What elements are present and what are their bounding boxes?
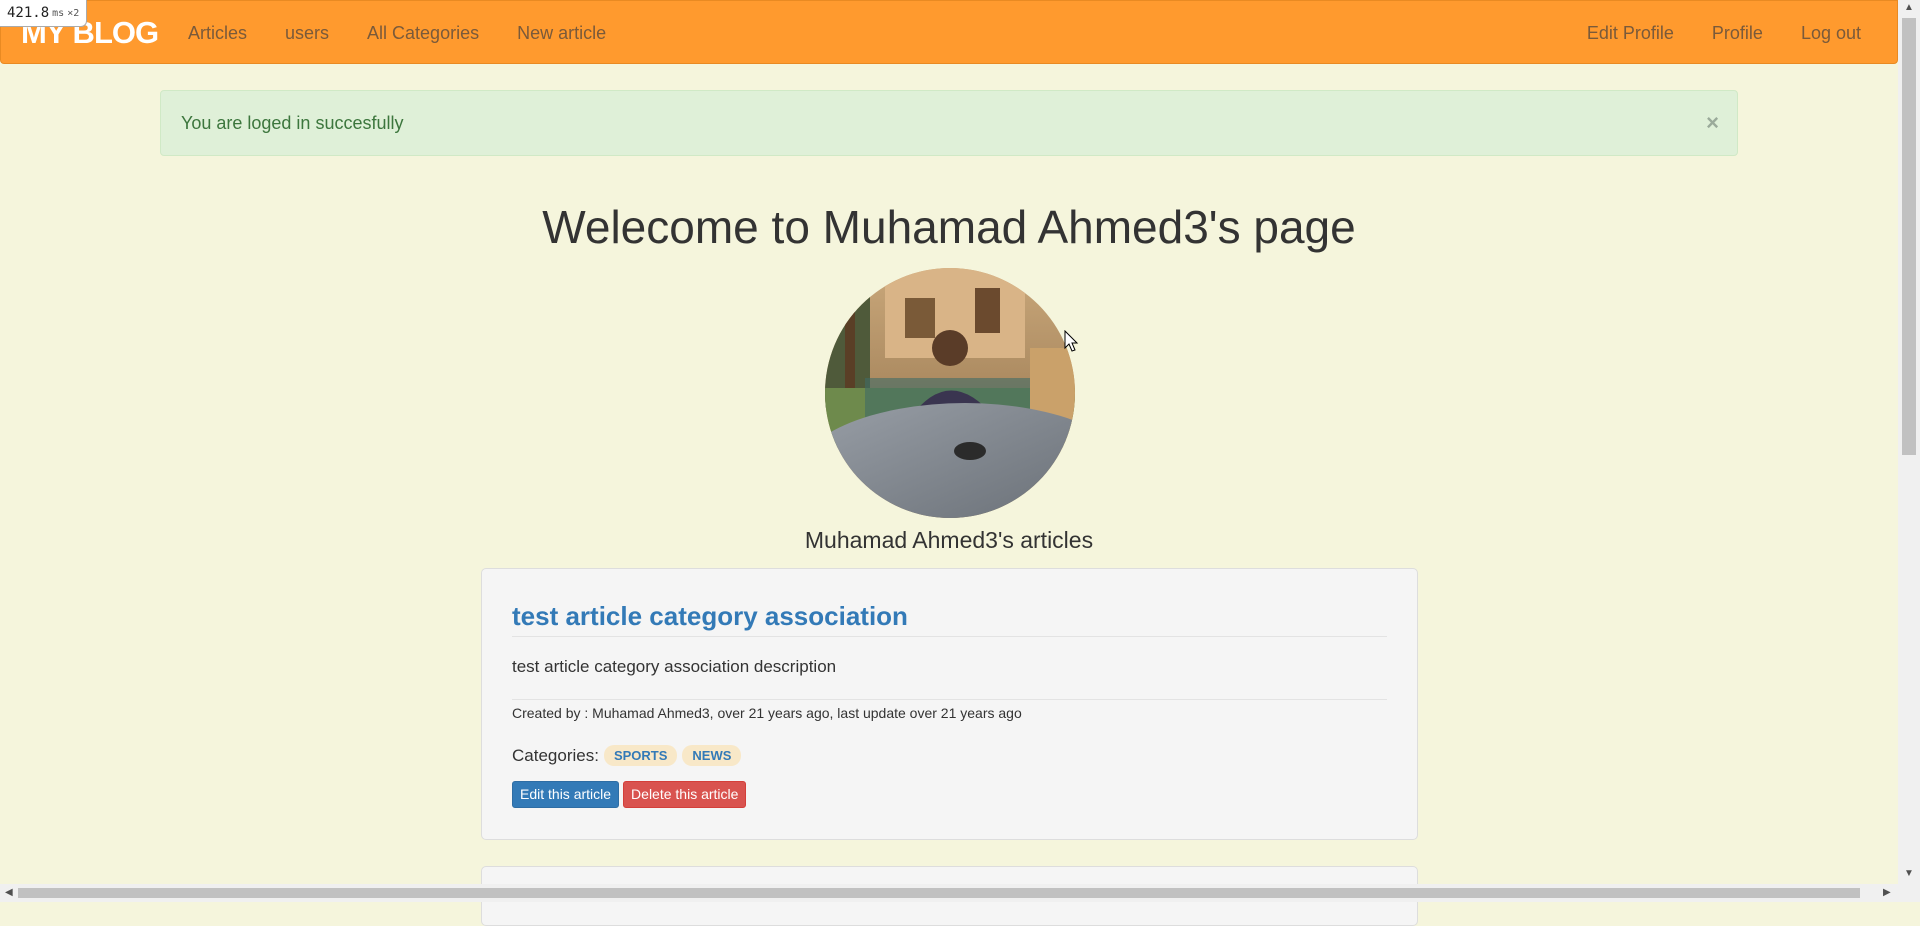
article-card: test article category association test a… — [481, 568, 1418, 840]
edit-article-button[interactable]: Edit this article — [512, 781, 620, 808]
nav-users-link[interactable]: users — [266, 23, 348, 44]
avatar-photo — [825, 268, 1075, 518]
nav-edit-profile-link[interactable]: Edit Profile — [1568, 23, 1693, 44]
nav-right: Edit Profile Profile Log out — [1568, 1, 1861, 65]
avatar — [825, 268, 1075, 518]
article-categories: Categories: SPORTS NEWS — [512, 745, 742, 766]
timer-value: 421.8 — [7, 5, 50, 21]
article-title-link[interactable]: test article category association — [512, 601, 908, 632]
navbar: MY BLOG Articles users All Categories Ne… — [0, 0, 1898, 64]
nav-new-article-link[interactable]: New article — [498, 23, 625, 44]
timer-unit: ms — [52, 7, 65, 19]
scroll-down-icon[interactable]: ▼ — [1904, 868, 1914, 879]
category-badge-sports[interactable]: SPORTS — [603, 745, 678, 766]
timer-multiplier: ×2 — [67, 7, 80, 19]
categories-label: Categories: — [512, 745, 599, 765]
alert-message: You are loged in succesfully — [181, 112, 404, 133]
scroll-up-icon[interactable]: ▲ — [1904, 2, 1914, 13]
nav-logout-link[interactable]: Log out — [1782, 23, 1861, 44]
horizontal-scroll-thumb[interactable] — [18, 888, 1860, 898]
divider — [512, 636, 1387, 637]
vertical-scroll-thumb[interactable] — [1902, 18, 1916, 455]
delete-article-button[interactable]: Delete this article — [623, 781, 747, 808]
nav-articles-link[interactable]: Articles — [188, 23, 266, 44]
timer-badge: 421.8 ms ×2 — [0, 0, 88, 27]
article-actions: Edit this article Delete this article — [512, 781, 747, 808]
page-title: Welecome to Muhamad Ahmed3's page — [542, 201, 1356, 253]
article-description: test article category association descri… — [512, 657, 837, 676]
nav-profile-link[interactable]: Profile — [1693, 23, 1782, 44]
scroll-right-icon[interactable]: ▶ — [1883, 887, 1891, 898]
mouse-cursor-icon — [1064, 330, 1079, 352]
category-badge-news[interactable]: NEWS — [682, 745, 742, 766]
divider — [512, 699, 1387, 700]
scroll-left-icon[interactable]: ◀ — [5, 887, 13, 898]
article-meta: Created by : Muhamad Ahmed3, over 21 yea… — [512, 705, 1022, 721]
nav-left: Articles users All Categories New articl… — [188, 1, 625, 65]
nav-all-categories-link[interactable]: All Categories — [348, 23, 498, 44]
success-alert: You are loged in succesfully × — [160, 90, 1738, 156]
articles-heading: Muhamad Ahmed3's articles — [804, 527, 1094, 553]
close-icon[interactable]: × — [1706, 109, 1719, 137]
